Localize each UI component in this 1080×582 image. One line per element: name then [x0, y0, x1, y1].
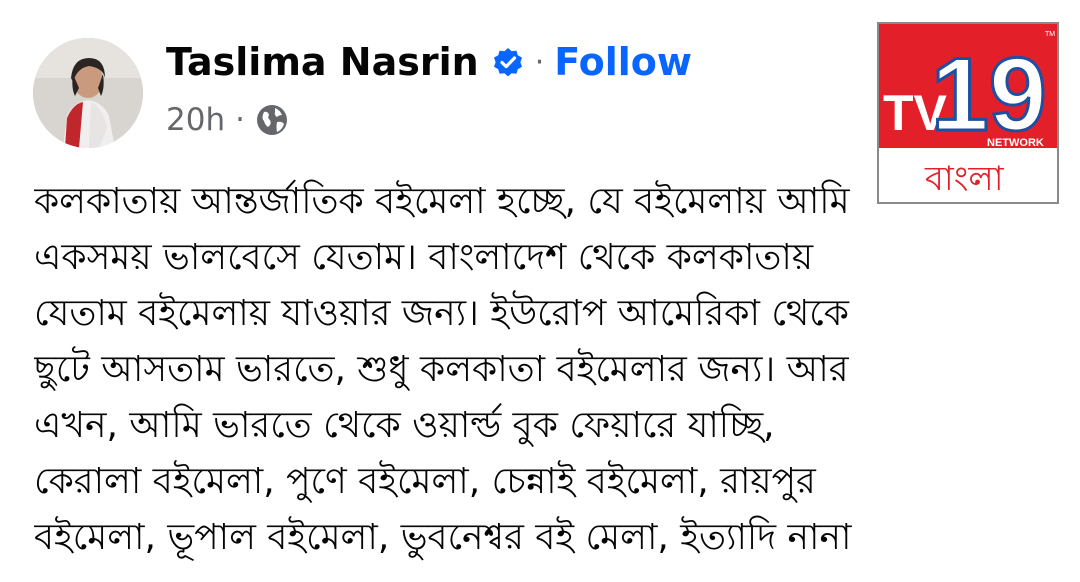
logo-language: বাংলা: [924, 159, 1005, 199]
author-avatar[interactable]: [33, 38, 143, 148]
post-text-line: বইমেলা, ভূপাল বইমেলা, ভুবনেশ্বর বই মেলা,…: [34, 517, 852, 558]
post-header: Taslima Nasrin · Follow: [166, 40, 692, 84]
author-name[interactable]: Taslima Nasrin: [166, 40, 479, 84]
post-text-line: এখন, আমি ভারতে থেকে ওয়ার্ল্ড বুক ফেয়ার…: [34, 405, 775, 446]
post-timestamp[interactable]: 20h: [166, 102, 225, 138]
verified-badge-icon: [491, 45, 525, 79]
avatar-image: [33, 38, 143, 148]
logo-network: NETWORK: [987, 137, 1044, 149]
meta-separator: ·: [235, 102, 245, 138]
globe-icon[interactable]: [255, 103, 289, 137]
post-text-line: কেরালা বইমেলা, পুণে বইমেলা, চেন্নাই বইমে…: [34, 461, 816, 502]
post-text-line: ছুটে আসতাম ভারতে, শুধু কলকাতা বইমেলার জন…: [34, 349, 849, 390]
post-meta: 20h ·: [166, 102, 289, 138]
header-separator: ·: [534, 44, 545, 80]
post-text: কলকাতায় আন্তর্জাতিক বইমেলা হচ্ছে, যে বই…: [34, 174, 1044, 566]
tv19-bangla-logo: TV 19 TM NETWORK বাংলা: [877, 22, 1059, 204]
post-text-line: একসময় ভালবেসে যেতাম। বাংলাদেশ থেকে কলকা…: [34, 237, 814, 278]
follow-button[interactable]: Follow: [554, 40, 692, 84]
logo-number: 19: [931, 37, 1047, 153]
logo-trademark: TM: [1045, 31, 1055, 38]
post-text-line: যেতাম বইমেলায় যাওয়ার জন্য। ইউরোপ আমেরি…: [34, 293, 849, 334]
